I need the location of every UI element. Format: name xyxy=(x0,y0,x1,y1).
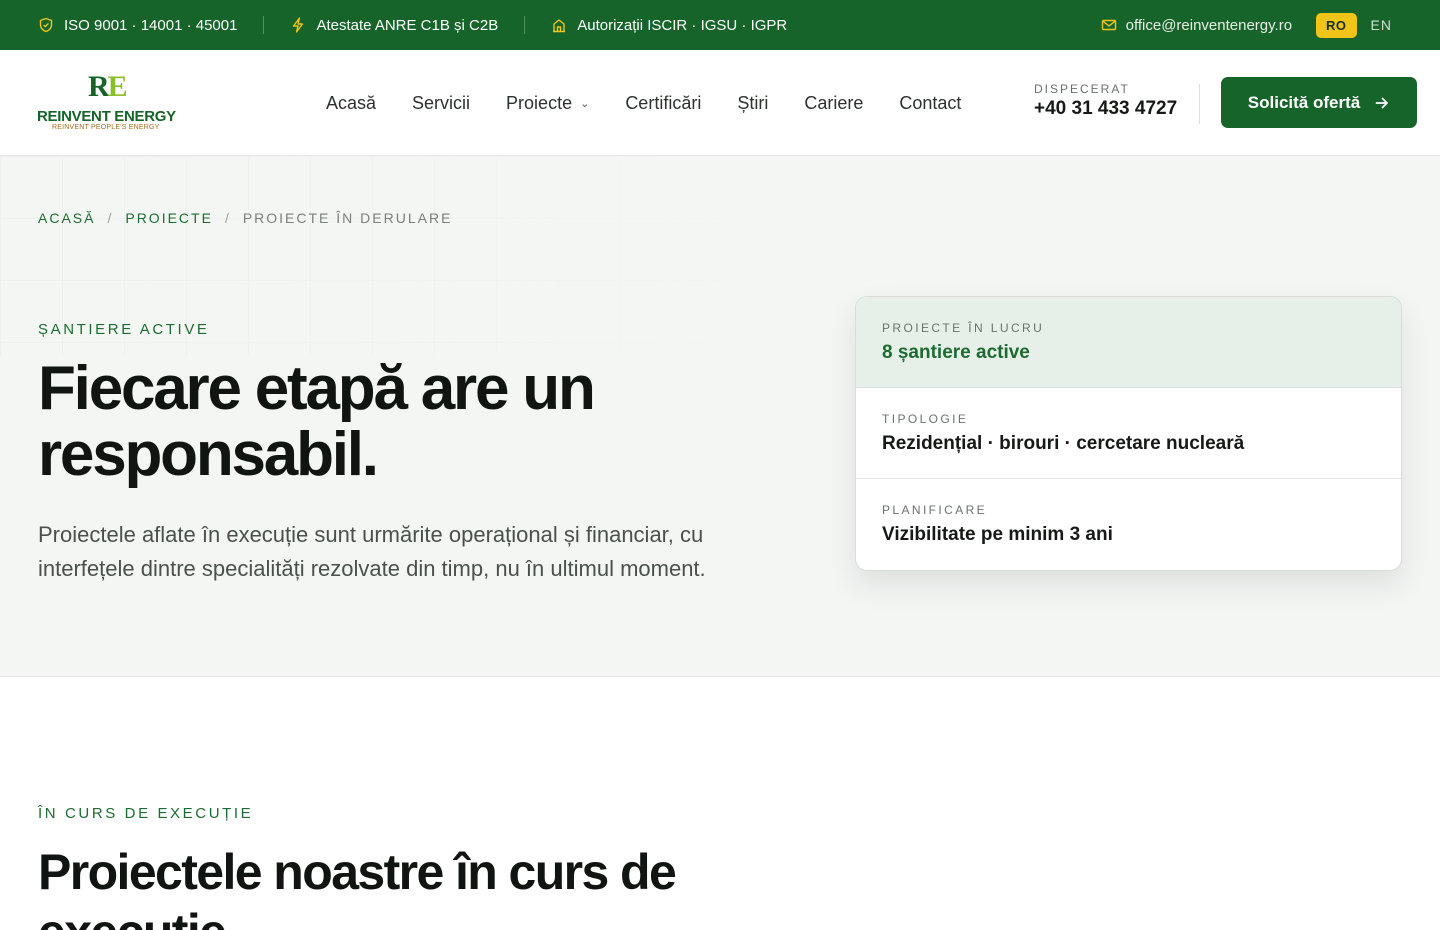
cert-iso: ISO 9001 · 14001 · 45001 xyxy=(38,17,237,34)
cert-iscir: Autorizații ISCIR · IGSU · IGPR xyxy=(551,17,787,34)
top-info-bar: ISO 9001 · 14001 · 45001 Atestate ANRE C… xyxy=(0,0,1440,50)
projects-summary-card: PROIECTE ÎN LUCRU 8 șantiere active TIPO… xyxy=(855,296,1402,571)
lang-ro-button[interactable]: RO xyxy=(1316,12,1357,38)
lightning-icon xyxy=(293,17,304,33)
chevron-down-icon: ⌄ xyxy=(580,97,590,110)
cert-iso-label: ISO 9001 · 14001 · 45001 xyxy=(64,16,238,34)
breadcrumb-home[interactable]: ACASĂ xyxy=(38,210,95,226)
email-text: office@reinventenergy.ro xyxy=(1125,16,1293,34)
hero-eyebrow: ȘANTIERE ACTIVE xyxy=(38,321,210,338)
breadcrumb: ACASĂ / PROIECTE / PROIECTE ÎN DERULARE xyxy=(38,210,452,226)
nav-item-certificari[interactable]: Certificări xyxy=(625,93,701,114)
cert-anre-label: Atestate ANRE C1B și C2B xyxy=(316,16,499,34)
nav-item-cariere[interactable]: Cariere xyxy=(804,93,863,114)
logo-mark: RE xyxy=(88,70,128,103)
breadcrumb-projects[interactable]: PROIECTE xyxy=(125,210,213,226)
summary-value: 8 șantiere active xyxy=(882,342,1030,363)
divider xyxy=(1199,84,1200,124)
page-title-highlight: responsabil. xyxy=(38,420,379,490)
summary-row-typology: TIPOLOGIE Rezidențial · birouri · cercet… xyxy=(856,388,1401,479)
main-header: RE REINVENT ENERGY REINVENT PEOPLE'S ENE… xyxy=(0,50,1440,156)
certifications-strip: ISO 9001 · 14001 · 45001 Atestate ANRE C… xyxy=(38,0,787,50)
nav-item-servicii[interactable]: Servicii xyxy=(412,93,470,114)
nav-item-stiri[interactable]: Știri xyxy=(737,93,768,114)
request-offer-button[interactable]: Solicită ofertă xyxy=(1221,77,1417,128)
arrow-right-icon xyxy=(1375,97,1389,108)
dispatch-block[interactable]: DISPECERAT +40 31 433 4727 xyxy=(1034,82,1177,120)
page-title: Fiecare etapă are un responsabil. xyxy=(38,354,798,490)
section-eyebrow: ÎN CURS DE EXECUȚIE xyxy=(38,805,254,822)
summary-value: Rezidențial · birouri · cercetare nuclea… xyxy=(882,433,1245,454)
nav-item-proiecte[interactable]: Proiecte ⌄ xyxy=(506,93,589,114)
logo-tagline: REINVENT PEOPLE'S ENERGY xyxy=(52,124,160,131)
hero-lead: Proiectele aflate în execuție sunt urmăr… xyxy=(38,522,706,581)
summary-label: TIPOLOGIE xyxy=(882,412,969,426)
summary-row-planning: PLANIFICARE Vizibilitate pe minim 3 ani xyxy=(856,479,1401,570)
cert-anre: Atestate ANRE C1B și C2B xyxy=(290,17,498,34)
cert-iscir-label: Autorizații ISCIR · IGSU · IGPR xyxy=(577,16,788,34)
breadcrumb-current: PROIECTE ÎN DERULARE xyxy=(242,210,453,226)
building-icon xyxy=(553,19,566,33)
nav-item-contact[interactable]: Contact xyxy=(899,93,961,114)
hero-section: ACASĂ / PROIECTE / PROIECTE ÎN DERULARE … xyxy=(0,156,1440,677)
divider xyxy=(263,16,265,34)
email-link[interactable]: office@reinventenergy.ro xyxy=(1101,17,1292,34)
summary-row-active: PROIECTE ÎN LUCRU 8 șantiere active xyxy=(856,297,1401,388)
nav-item-proiecte-label: Proiecte xyxy=(506,92,573,113)
ongoing-projects-section: ÎN CURS DE EXECUȚIE Proiectele noastre î… xyxy=(0,677,1440,930)
summary-label: PLANIFICARE xyxy=(882,503,988,517)
nav-item-acasa[interactable]: Acasă xyxy=(326,93,376,114)
logo[interactable]: RE REINVENT ENERGY REINVENT PEOPLE'S ENE… xyxy=(36,72,182,134)
breadcrumb-separator: / xyxy=(224,210,231,226)
request-offer-label: Solicită ofertă xyxy=(1247,92,1361,112)
dispatch-phone: +40 31 433 4727 xyxy=(1034,98,1178,119)
dispatch-label: DISPECERAT xyxy=(1034,82,1130,96)
page-title-line1: Fiecare etapă are un xyxy=(38,354,596,423)
summary-label: PROIECTE ÎN LUCRU xyxy=(882,321,1045,335)
contact-language: office@reinventenergy.ro RO EN xyxy=(1101,0,1392,50)
summary-value: Vizibilitate pe minim 3 ani xyxy=(882,524,1113,545)
shield-check-icon xyxy=(39,17,53,33)
divider xyxy=(524,16,526,34)
section-title: Proiectele noastre în curs de execuție xyxy=(38,844,677,930)
mail-icon xyxy=(1101,19,1116,31)
lang-en-button[interactable]: EN xyxy=(1371,17,1392,33)
logo-name: REINVENT ENERGY xyxy=(37,108,176,125)
main-nav: Acasă Servicii Proiecte ⌄ Certificări Șt… xyxy=(326,50,961,156)
breadcrumb-separator: / xyxy=(107,210,114,226)
